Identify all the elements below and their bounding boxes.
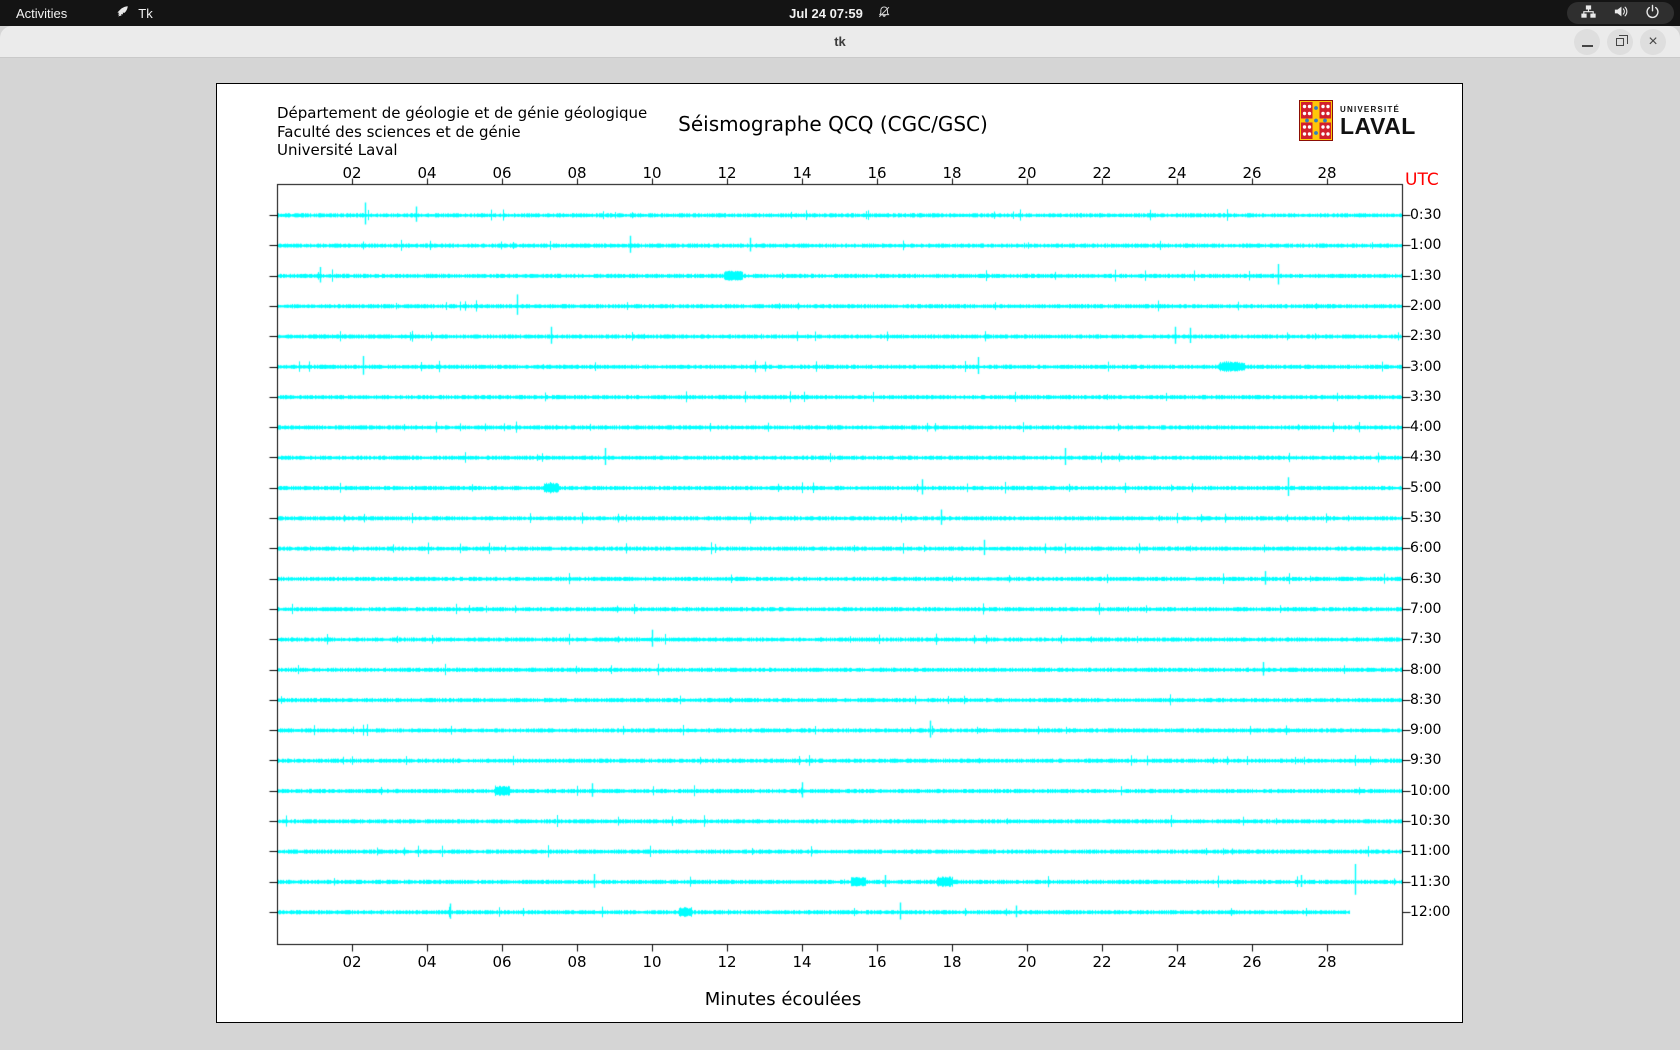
x-axis-title: Minutes écoulées [704,989,862,1010]
tk-app-label: Tk [138,5,153,21]
clock-menu[interactable]: Jul 24 07:59 [789,5,891,22]
maximize-icon [1616,34,1628,46]
plot-title: Séismographe QCQ (CGC/GSC) [678,112,988,136]
maximize-button[interactable] [1607,29,1633,55]
power-icon [1645,4,1660,22]
seismograph-canvas: Département de géologie et de génie géol… [216,83,1463,1023]
close-button[interactable]: × [1640,29,1666,55]
desktop: Activities Tk Jul 24 07:59 tk × Départem… [0,0,1680,1050]
institution-block: Département de géologie et de génie géol… [277,104,647,160]
volume-icon [1613,4,1628,22]
notifications-muted-icon [877,5,891,22]
minimize-icon [1581,45,1593,47]
tk-feather-icon [115,4,130,22]
close-icon: × [1648,33,1658,50]
tk-window-content: Département de géologie et de génie géol… [0,58,1680,1050]
utc-label: UTC [1405,170,1439,190]
network-wired-icon [1581,4,1596,22]
institution-line: Département de géologie et de génie géol… [277,104,648,122]
minimize-button[interactable] [1574,29,1600,55]
system-menu[interactable] [1567,2,1674,24]
laval-crest-icon [1299,100,1333,146]
activities-button[interactable]: Activities [16,6,67,21]
window-titlebar: tk × [0,26,1680,58]
institution-line: Faculté des sciences et de génie [277,122,521,141]
gnome-top-bar: Activities Tk Jul 24 07:59 [0,0,1680,26]
universite-laval-logo: UNIVERSITÉ LAVAL [1299,100,1416,146]
logo-text-laval: LAVAL [1340,113,1416,139]
tk-app-indicator[interactable]: Tk [115,4,153,22]
window-title: tk [834,34,846,49]
seismograph-plot [217,84,1462,1022]
institution-line: Université Laval [277,141,398,159]
clock-label: Jul 24 07:59 [789,5,863,21]
